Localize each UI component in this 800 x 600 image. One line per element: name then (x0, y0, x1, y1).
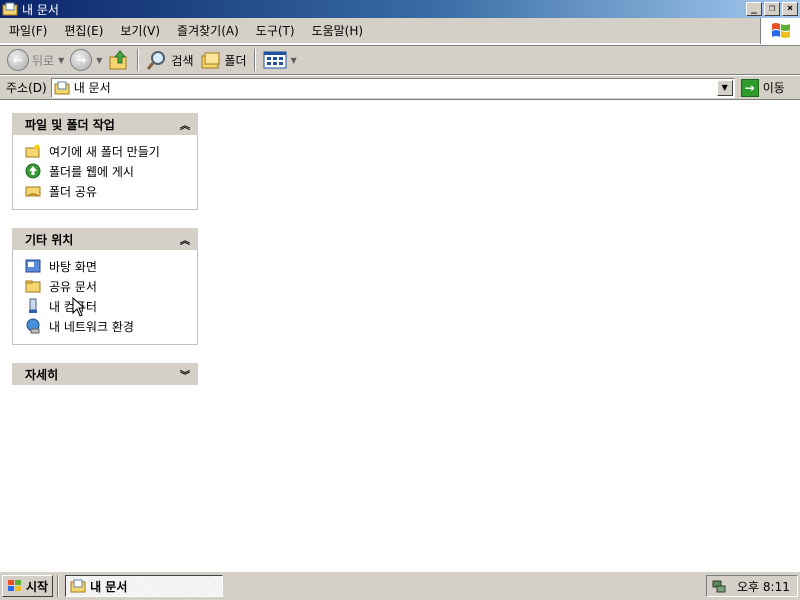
panel-title: 자세히 (25, 367, 59, 382)
windows-logo-icon (760, 18, 800, 44)
task-label: 폴더 공유 (49, 184, 97, 199)
chevron-up-icon: ︽ (180, 120, 190, 132)
go-arrow-icon: → (740, 78, 759, 97)
forward-button[interactable]: → ▼ (67, 48, 105, 72)
task-new-folder[interactable]: 여기에 새 폴더 만들기 (25, 141, 187, 161)
window-title: 내 문서 (22, 2, 59, 17)
search-label: 검색 (171, 53, 194, 68)
menu-tools[interactable]: 도구(T) (247, 22, 303, 39)
views-icon (263, 51, 287, 69)
start-label: 시작 (26, 579, 49, 594)
close-button[interactable]: × (782, 2, 798, 16)
network-status-icon[interactable] (711, 578, 727, 594)
chevron-down-icon: ︾ (180, 370, 190, 382)
back-label: 뒤로 (32, 53, 55, 68)
windows-flag-icon (8, 580, 21, 591)
chevron-down-icon: ▼ (58, 55, 65, 65)
taskbar-window-button[interactable]: 내 문서 (65, 575, 224, 597)
go-button[interactable]: → 이동 (740, 78, 785, 97)
place-label: 공유 문서 (49, 279, 97, 294)
file-tasks-header[interactable]: 파일 및 폴더 작업 ︽ (12, 113, 198, 135)
menu-help[interactable]: 도움말(H) (303, 22, 372, 39)
new-folder-icon (25, 144, 40, 158)
folder-document-icon (70, 579, 86, 593)
views-button[interactable]: ▼ (260, 48, 300, 72)
task-label: 폴더를 웹에 게시 (49, 164, 134, 179)
panel-title: 기타 위치 (25, 232, 74, 247)
place-my-computer[interactable]: 내 컴퓨터 (25, 296, 187, 316)
chevron-down-icon: ▼ (290, 55, 297, 65)
computer-icon (29, 298, 37, 313)
task-label: 여기에 새 폴더 만들기 (49, 144, 160, 159)
desktop-icon (25, 259, 41, 273)
title-bar[interactable]: 내 문서 _ ❐ × (0, 0, 800, 18)
toolbar: ← 뒤로 ▼ → ▼ 검색 폴더 ▼ (0, 45, 800, 75)
other-places-body: 바탕 화면 공유 문서 내 컴퓨터 내 네트워크 환경 (12, 250, 198, 345)
details-header[interactable]: 자세히 ︾ (12, 363, 198, 385)
back-button[interactable]: ← 뒤로 ▼ (4, 48, 67, 72)
chevron-up-icon: ︽ (180, 235, 190, 247)
folders-icon (201, 52, 219, 69)
network-icon (26, 318, 40, 334)
address-dropdown-button[interactable]: ▼ (716, 79, 733, 96)
file-tasks-body: 여기에 새 폴더 만들기 폴더를 웹에 게시 폴더 공유 (12, 135, 198, 210)
toolbar-separator (253, 49, 256, 71)
back-arrow-icon: ← (7, 49, 29, 71)
share-folder-icon (25, 186, 41, 197)
place-network[interactable]: 내 네트워크 환경 (25, 316, 187, 336)
other-places-panel: 기타 위치 ︽ 바탕 화면 공유 문서 내 컴퓨터 (12, 228, 198, 345)
taskbar-separator (57, 575, 60, 597)
magnifier-icon (147, 51, 166, 70)
folder-icon (25, 280, 41, 293)
go-label: 이동 (762, 81, 785, 95)
folders-label: 폴더 (224, 53, 247, 68)
up-button[interactable] (105, 48, 133, 72)
menu-bar: 파일(F) 편집(E) 보기(V) 즐겨찾기(A) 도구(T) 도움말(H) (0, 18, 800, 44)
place-label: 내 네트워크 환경 (49, 319, 134, 334)
address-input[interactable]: 내 문서 ▼ (50, 77, 735, 98)
minimize-button[interactable]: _ (746, 2, 762, 16)
address-value: 내 문서 (73, 81, 111, 95)
panel-title: 파일 및 폴더 작업 (25, 117, 115, 132)
task-share-folder[interactable]: 폴더 공유 (25, 181, 187, 201)
content-area: 파일 및 폴더 작업 ︽ 여기에 새 폴더 만들기 폴더를 웹에 게시 폴더 공… (0, 101, 800, 571)
folder-up-icon (109, 50, 127, 70)
clock[interactable]: 오후 8:11 (737, 578, 790, 595)
folders-button[interactable]: 폴더 (197, 48, 250, 72)
restore-button[interactable]: ❐ (764, 2, 780, 16)
search-button[interactable]: 검색 (143, 48, 196, 72)
start-button[interactable]: 시작 (2, 575, 54, 597)
folder-document-icon (2, 2, 18, 16)
folder-document-icon (54, 81, 70, 94)
taskbar-window-label: 내 문서 (90, 579, 128, 594)
address-label: 주소(D) (6, 81, 47, 95)
forward-arrow-icon: → (70, 49, 93, 71)
publish-web-icon (25, 163, 41, 179)
place-label: 바탕 화면 (49, 259, 97, 274)
place-shared-documents[interactable]: 공유 문서 (25, 276, 187, 296)
address-bar: 주소(D) 내 문서 ▼ → 이동 (0, 76, 800, 100)
toolbar-separator (137, 49, 140, 71)
menu-file[interactable]: 파일(F) (0, 22, 55, 39)
file-tasks-panel: 파일 및 폴더 작업 ︽ 여기에 새 폴더 만들기 폴더를 웹에 게시 폴더 공… (12, 113, 198, 210)
menu-edit[interactable]: 편집(E) (55, 22, 111, 39)
mouse-cursor-icon (72, 297, 86, 317)
taskbar: 시작 내 문서 오후 8:11 (0, 571, 800, 600)
menu-view[interactable]: 보기(V) (111, 22, 168, 39)
menu-favorites[interactable]: 즐겨찾기(A) (168, 22, 247, 39)
system-tray: 오후 8:11 (706, 575, 798, 597)
task-publish-web[interactable]: 폴더를 웹에 게시 (25, 161, 187, 181)
place-desktop[interactable]: 바탕 화면 (25, 256, 187, 276)
details-panel: 자세히 ︾ (12, 363, 198, 385)
chevron-down-icon: ▼ (96, 55, 103, 65)
other-places-header[interactable]: 기타 위치 ︽ (12, 228, 198, 250)
